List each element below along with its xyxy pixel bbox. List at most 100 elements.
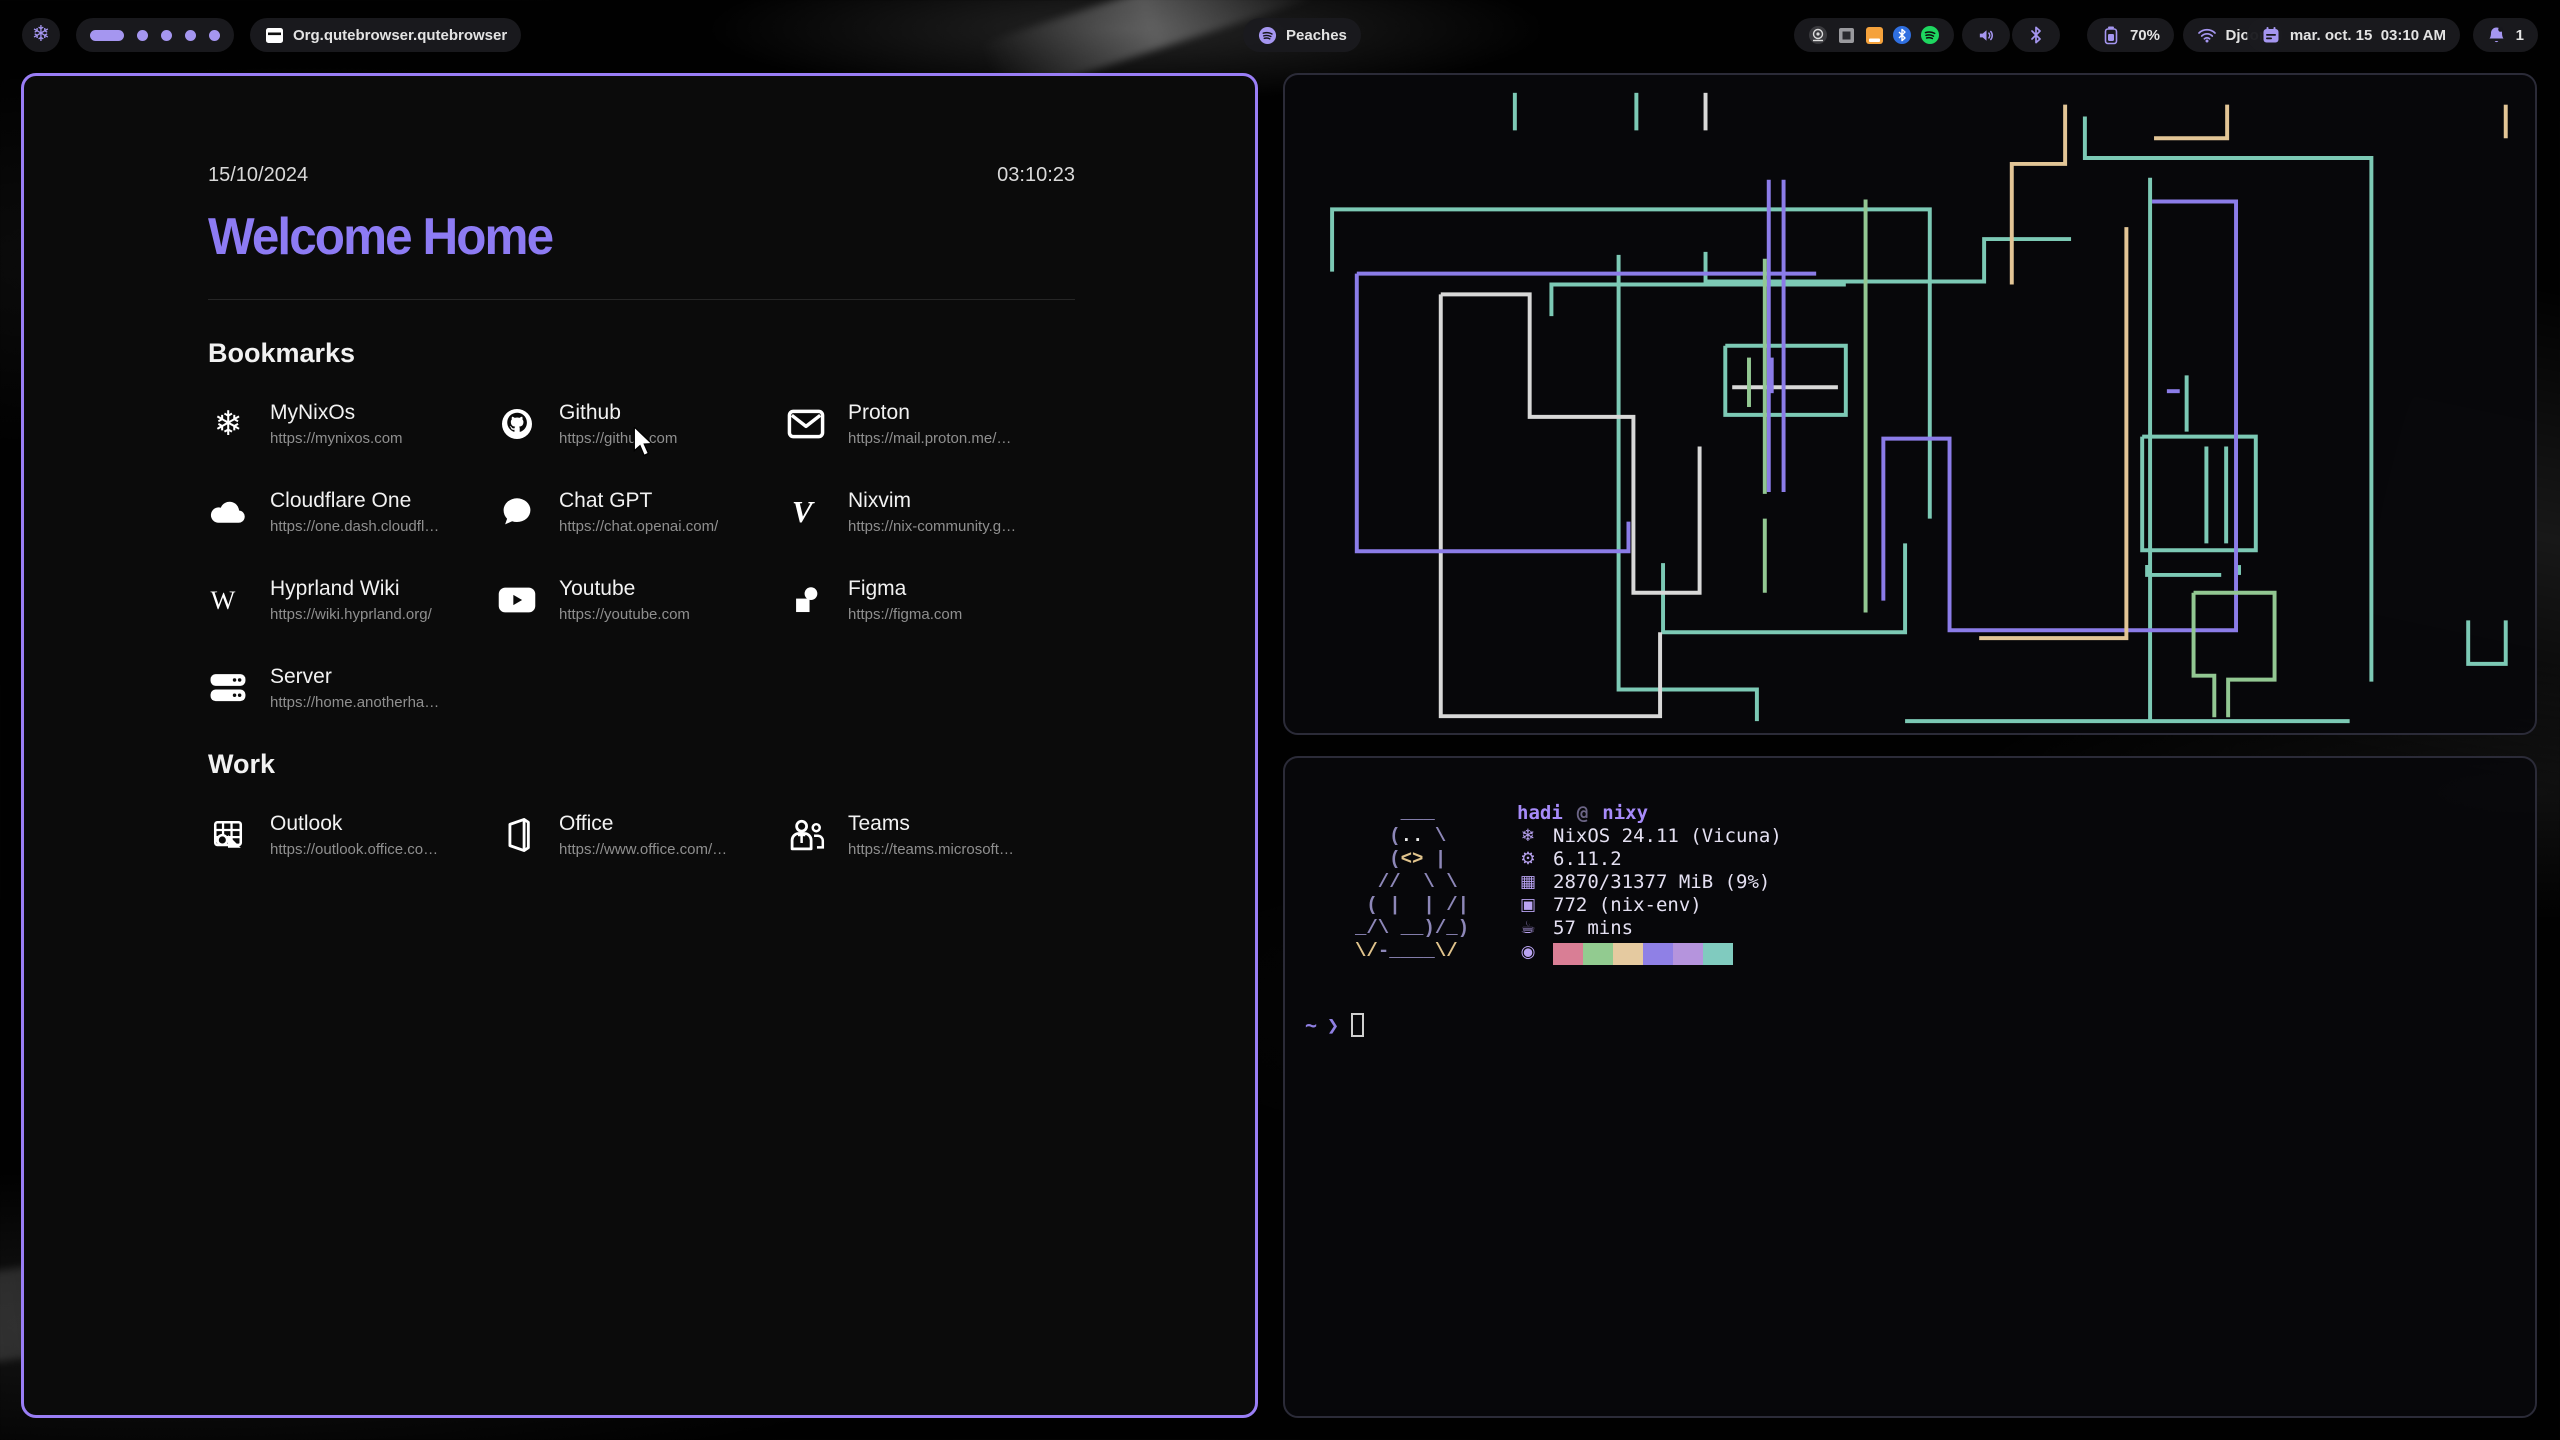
battery-pill[interactable]: 70% <box>2087 18 2174 52</box>
office-icon <box>497 815 537 855</box>
wifi-icon <box>2197 25 2217 45</box>
status-bar: ❄ Org.qutebrowser.qutebrowser Peaches 70… <box>0 18 2560 52</box>
section-heading: Bookmarks <box>208 338 1075 369</box>
bookmark-title: Youtube <box>559 577 690 601</box>
shell-prompt[interactable]: ~ ❯ <box>1305 1013 1364 1037</box>
bookmark-title: Server <box>270 665 440 689</box>
bookmark-nixvim[interactable]: V Nixvim https://nix-community.git… <box>786 489 1075 535</box>
fastfetch-value: NixOS 24.11 (Vicuna) <box>1553 825 1782 848</box>
bookmark-outlook[interactable]: Outlookhttps://outlook.office.com/… <box>208 812 497 858</box>
palette-swatch <box>1553 943 1583 965</box>
fastfetch-ascii-logo: ___ (.. \ (<> | // \ \ ( | | /| _/\ __)/… <box>1355 802 1469 965</box>
prompt-path: ~ <box>1305 1013 1317 1037</box>
bookmark-url: https://mynixos.com <box>270 430 403 447</box>
bookmark-teams[interactable]: Teamshttps://teams.microsoft.co… <box>786 812 1075 858</box>
bookmark-title: Nixvim <box>848 489 1018 513</box>
terminal-cursor <box>1351 1013 1364 1037</box>
bookmark-title: Github <box>559 401 677 425</box>
pipes-screensaver <box>1289 79 2535 733</box>
startpage-date: 15/10/2024 <box>208 164 308 187</box>
clock-datetime: mar. oct. 15 03:10 AM <box>2290 27 2446 44</box>
mail-icon <box>786 404 826 444</box>
figma-icon <box>786 580 826 620</box>
palette-swatch <box>1673 943 1703 965</box>
bell-icon <box>2487 25 2507 45</box>
calendar-icon <box>2261 25 2281 45</box>
spotify-tray-icon[interactable] <box>1920 25 1940 45</box>
terminal-window[interactable]: ___ (.. \ (<> | // \ \ ( | | /| _/\ __)/… <box>1283 756 2537 1418</box>
bluetooth-tray-icon[interactable] <box>1892 25 1912 45</box>
packages-icon: ▣ <box>1517 894 1539 917</box>
volume-icon <box>1976 25 1996 45</box>
bookmark-title: Office <box>559 812 729 836</box>
bookmark-title: Proton <box>848 401 1018 425</box>
bookmark-grid: Outlookhttps://outlook.office.com/…Offic… <box>208 812 1075 858</box>
notifications-pill[interactable]: 1 <box>2473 18 2538 52</box>
fastfetch-value: 2870/31377 MiB (9%) <box>1553 871 1770 894</box>
workspace-5[interactable] <box>209 30 220 41</box>
bookmark-proton[interactable]: Proton https://mail.proton.me/u/0… <box>786 401 1075 447</box>
volume-pill[interactable] <box>1962 18 2010 52</box>
nixos-logo-icon: ❄ <box>32 24 50 46</box>
bookmark-url: https://outlook.office.com/… <box>270 841 440 858</box>
bookmark-cloudflare-one[interactable]: Cloudflare One https://one.dash.cloudflar… <box>208 489 497 535</box>
pipes-terminal-window <box>1283 73 2537 735</box>
bookmark-url: https://github.com <box>559 430 677 447</box>
os-icon: ❄ <box>1517 825 1539 848</box>
startpage-time: 03:10:23 <box>997 164 1075 187</box>
bookmark-figma[interactable]: Figmahttps://figma.com <box>786 577 1075 623</box>
bookmark-chat-gpt[interactable]: Chat GPThttps://chat.openai.com/ <box>497 489 786 535</box>
media-track-label: Peaches <box>1286 27 1347 44</box>
files-icon[interactable] <box>1864 25 1884 45</box>
bookmark-youtube[interactable]: Youtubehttps://youtube.com <box>497 577 786 623</box>
media-player-pill[interactable]: Peaches <box>1243 18 1361 52</box>
workspace-1[interactable] <box>90 30 124 41</box>
memory-icon: ▦ <box>1517 871 1539 894</box>
bookmark-office[interactable]: Office https://www.office.com/?a… <box>497 812 786 858</box>
bookmark-url: https://figma.com <box>848 606 962 623</box>
bookmark-mynixos[interactable]: ❄MyNixOshttps://mynixos.com <box>208 401 497 447</box>
bookmark-url: https://www.office.com/?a… <box>559 841 729 858</box>
launcher-button[interactable]: ❄ <box>22 18 60 52</box>
bookmark-title: Hyprland Wiki <box>270 577 432 601</box>
webcam-icon[interactable] <box>1808 25 1828 45</box>
workspace-3[interactable] <box>161 30 172 41</box>
notification-count: 1 <box>2516 27 2524 44</box>
uptime-icon: ☕ <box>1517 917 1539 940</box>
palette-swatch <box>1613 943 1643 965</box>
clock-pill[interactable]: mar. oct. 15 03:10 AM <box>2247 18 2460 52</box>
mouse-cursor <box>630 427 656 457</box>
youtube-icon <box>497 580 537 620</box>
bookmark-url: https://mail.proton.me/u/0… <box>848 430 1018 447</box>
workspace-indicators[interactable] <box>76 18 234 52</box>
teams-icon <box>786 815 826 855</box>
qutebrowser-window: 15/10/2024 03:10:23 Welcome Home Bookmar… <box>21 73 1258 1418</box>
bookmark-url: https://one.dash.cloudflar… <box>270 518 440 535</box>
bookmark-server[interactable]: Serverhttps://home.anotherhadi.… <box>208 665 497 711</box>
terminal-content: ___ (.. \ (<> | // \ \ ( | | /| _/\ __)/… <box>1285 758 2535 1416</box>
cloud-icon <box>208 492 248 532</box>
workspace-2[interactable] <box>137 30 148 41</box>
svg-text:V: V <box>792 495 815 529</box>
fastfetch-value: 6.11.2 <box>1553 848 1622 871</box>
active-window-title-pill[interactable]: Org.qutebrowser.qutebrowser <box>250 18 521 52</box>
battery-percent: 70% <box>2130 27 2160 44</box>
palette-swatch <box>1583 943 1613 965</box>
page-title: Welcome Home <box>208 207 1032 267</box>
bookmark-title: Cloudflare One <box>270 489 440 513</box>
nixos-icon: ❄ <box>208 404 248 444</box>
bluetooth-pill[interactable] <box>2012 18 2060 52</box>
palette-swatch <box>1643 943 1673 965</box>
bookmark-url: https://nix-community.git… <box>848 518 1018 535</box>
active-window-title: Org.qutebrowser.qutebrowser <box>293 27 507 44</box>
kernel-icon: ⚙ <box>1517 848 1539 871</box>
section-heading: Work <box>208 749 1075 780</box>
bookmark-hyprland-wiki[interactable]: WHyprland Wikihttps://wiki.hyprland.org/ <box>208 577 497 623</box>
server-icon <box>208 668 248 708</box>
outlook-icon <box>208 815 248 855</box>
workspace-4[interactable] <box>185 30 196 41</box>
spotify-icon <box>1257 25 1277 45</box>
clipboard-icon[interactable] <box>1836 25 1856 45</box>
bookmark-title: Chat GPT <box>559 489 718 513</box>
fastfetch-at: @ <box>1577 802 1588 825</box>
